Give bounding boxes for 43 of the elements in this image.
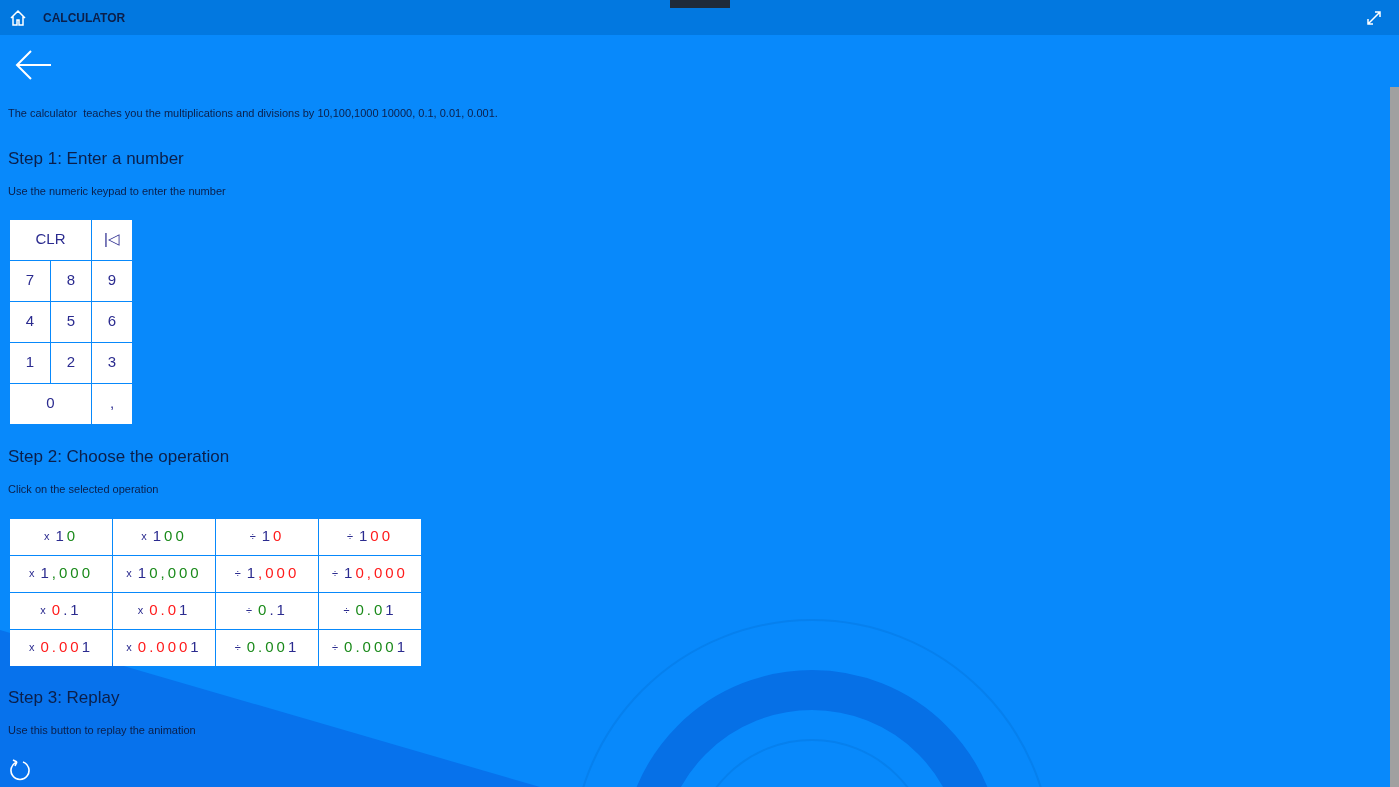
back-arrow-icon[interactable] xyxy=(15,49,52,82)
step-hint: Use the numeric keypad to enter the number xyxy=(8,184,227,199)
step-heading: Step 2: Choose the operation xyxy=(8,445,231,468)
keypad-key[interactable]: 6 xyxy=(92,301,132,342)
expand-icon[interactable] xyxy=(1366,9,1382,26)
operation-button[interactable]: x 0.00 1 xyxy=(10,629,112,666)
operation-button[interactable]: ÷ 0.000 1 xyxy=(319,629,421,666)
keypad-key[interactable]: 1 xyxy=(10,342,50,383)
step-hint: Use this button to replay the animation xyxy=(8,723,197,738)
keypad-key[interactable]: 2 xyxy=(51,342,91,383)
app-title: CALCULATOR xyxy=(43,9,126,27)
operation-button[interactable]: ÷ 0.00 1 xyxy=(216,629,318,666)
operation-button[interactable]: ÷ 1 00 xyxy=(319,518,421,555)
keypad-key[interactable]: 9 xyxy=(92,260,132,301)
step-heading: Step 3: Replay xyxy=(8,686,121,709)
keypad-key[interactable]: 7 xyxy=(10,260,50,301)
keypad-key[interactable]: , xyxy=(92,383,132,424)
operation-button[interactable]: x 0.0 1 xyxy=(113,592,215,629)
keypad-key[interactable]: 8 xyxy=(51,260,91,301)
keypad-key[interactable]: 5 xyxy=(51,301,91,342)
operation-button[interactable]: x 0.000 1 xyxy=(113,629,215,666)
operation-button[interactable]: x 1,000 xyxy=(10,555,112,592)
keypad-key[interactable]: CLR xyxy=(10,219,91,260)
operation-button[interactable]: x 0.1 xyxy=(10,592,112,629)
operation-button[interactable]: ÷ 1,000 xyxy=(216,555,318,592)
operation-button[interactable]: x 1 0 xyxy=(10,518,112,555)
operation-button[interactable]: ÷ 1 0,000 xyxy=(319,555,421,592)
operation-button[interactable]: ÷ 10 xyxy=(216,518,318,555)
drag-handle[interactable] xyxy=(670,0,730,8)
intro-text: The calculator teaches you the multiplications and divisions by 10,100,1000 10000, 0.1, 0.01, 0.001. xyxy=(8,106,499,121)
keypad-key[interactable]: 3 xyxy=(92,342,132,383)
operation-button[interactable]: ÷ 0.1 xyxy=(216,592,318,629)
operation-button[interactable]: x 1 0,000 xyxy=(113,555,215,592)
keypad-key[interactable]: 4 xyxy=(10,301,50,342)
operation-button[interactable]: ÷ 0.0 1 xyxy=(319,592,421,629)
scrollbar[interactable] xyxy=(1390,87,1399,787)
keypad-key[interactable]: |◁ xyxy=(92,219,132,260)
operation-button[interactable]: x 100 xyxy=(113,518,215,555)
replay-icon[interactable] xyxy=(9,758,31,781)
step-heading: Step 1: Enter a number xyxy=(8,147,185,170)
step-hint: Click on the selected operation xyxy=(8,482,160,497)
home-icon[interactable] xyxy=(9,8,27,27)
keypad-key[interactable]: 0 xyxy=(10,383,91,424)
